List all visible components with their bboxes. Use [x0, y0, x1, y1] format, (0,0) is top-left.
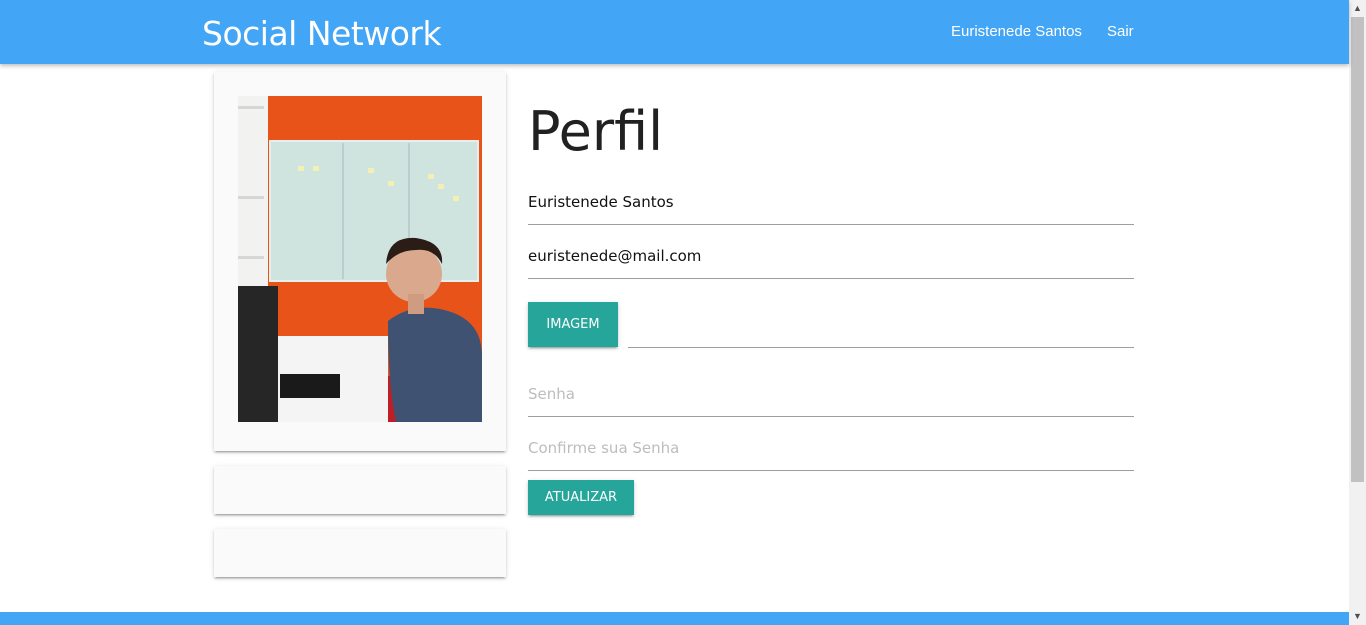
file-path-input[interactable]: [628, 302, 1134, 348]
email-field[interactable]: euristenede@mail.com: [528, 246, 1134, 279]
name-field-value: Euristenede Santos: [528, 193, 674, 211]
brand-logo[interactable]: Social Network: [202, 14, 442, 53]
name-field[interactable]: Euristenede Santos: [528, 192, 1134, 225]
scrollbar[interactable]: ▲ ▼: [1349, 0, 1366, 625]
scroll-up-arrow-icon[interactable]: ▲: [1349, 0, 1366, 17]
scrollbar-thumb[interactable]: [1351, 17, 1364, 482]
scroll-down-arrow-icon[interactable]: ▼: [1349, 608, 1366, 625]
password-placeholder: Senha: [528, 385, 575, 403]
confirm-password-placeholder: Confirme sua Senha: [528, 439, 680, 457]
navbar: Social Network Euristenede Santos Sair: [0, 0, 1349, 64]
footer: [0, 612, 1349, 625]
page-title: Perfil: [528, 100, 664, 163]
image-upload-button[interactable]: IMAGEM: [528, 302, 618, 347]
profile-photo-card: [214, 72, 506, 451]
nav-logout-link[interactable]: Sair: [1107, 23, 1134, 40]
update-button[interactable]: ATUALIZAR: [528, 480, 634, 515]
password-field[interactable]: Senha: [528, 384, 1134, 417]
nav-user-link[interactable]: Euristenede Santos: [951, 23, 1082, 40]
confirm-password-field[interactable]: Confirme sua Senha: [528, 438, 1134, 471]
email-field-value: euristenede@mail.com: [528, 247, 702, 265]
sidebar-card: [214, 466, 506, 514]
sidebar-card: [214, 529, 506, 577]
profile-photo: [238, 96, 482, 422]
